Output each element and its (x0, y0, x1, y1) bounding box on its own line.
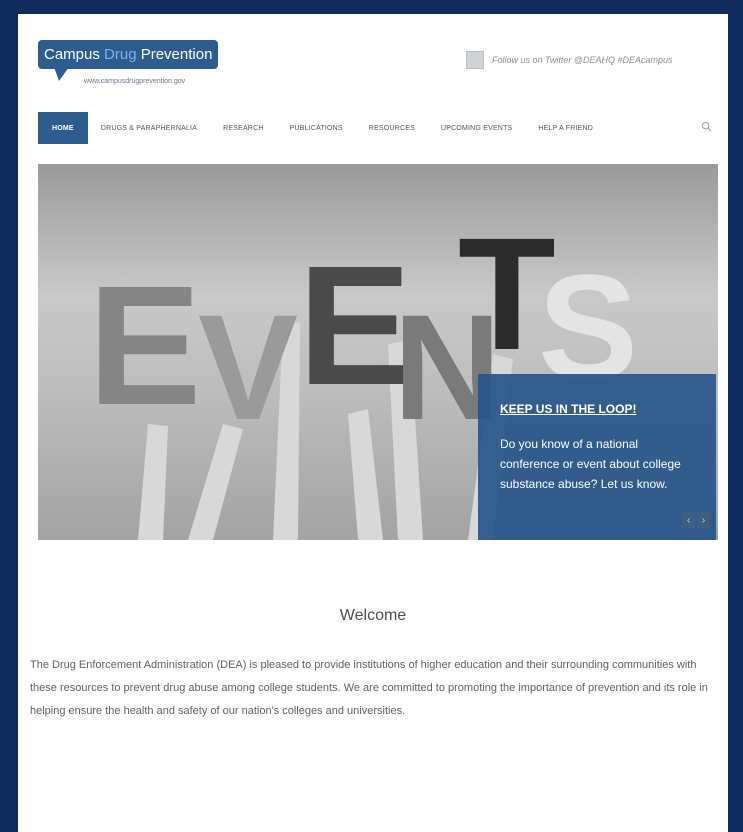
logo-title-prevention: Prevention (140, 46, 213, 63)
nav-item-help-a-friend[interactable]: HELP A FRIEND (525, 112, 606, 144)
nav-item-home[interactable]: HOME (38, 112, 88, 144)
nav-item-drugs-paraphernalia[interactable]: DRUGS & PARAPHERNALIA (88, 112, 210, 144)
main-nav: HOME DRUGS & PARAPHERNALIA RESEARCH PUBL… (38, 112, 718, 144)
nav-item-upcoming-events[interactable]: UPCOMING EVENTS (428, 112, 525, 144)
logo-title-campus: Campus (44, 46, 100, 63)
callout-text: Do you know of a national conference or … (500, 437, 681, 491)
hero-letter-v: V (198, 283, 298, 451)
chevron-left-icon[interactable]: ‹ (682, 512, 695, 528)
nav-item-publications[interactable]: PUBLICATIONS (277, 112, 356, 144)
site-logo[interactable]: Campus Drug Prevention www.campusdrugpre… (38, 40, 219, 85)
logo-title-drug: Drug (104, 46, 137, 63)
twitter-icon[interactable] (466, 51, 484, 69)
logo-speech-tail (54, 67, 69, 81)
nav-item-resources[interactable]: RESOURCES (356, 112, 428, 144)
callout-title-link[interactable]: KEEP US IN THE LOOP! (500, 402, 636, 416)
welcome-paragraph: The Drug Enforcement Administration (DEA… (30, 659, 708, 717)
hero-letter-e: E (88, 251, 201, 441)
search-icon[interactable] (701, 119, 712, 137)
logo-url: www.campusdrugprevention.gov (84, 78, 186, 85)
social-follow-text[interactable]: Follow us on Twitter @DEAHQ #DEAcampus (492, 55, 673, 65)
hero-callout: KEEP US IN THE LOOP! Do you know of a na… (478, 374, 716, 540)
hero-slideshow[interactable]: E V E N T S KEEP US IN THE LOOP! Do you … (38, 164, 718, 540)
logo-box: Campus Drug Prevention (38, 40, 219, 69)
welcome-heading: Welcome (339, 607, 407, 624)
chevron-right-icon[interactable]: › (697, 512, 710, 528)
page: Campus Drug Prevention www.campusdrugpre… (18, 14, 728, 832)
social-follow: Follow us on Twitter @DEAHQ #DEAcampus (466, 51, 673, 69)
nav-item-research[interactable]: RESEARCH (210, 112, 277, 144)
slideshow-arrows: ‹ › (682, 512, 710, 528)
